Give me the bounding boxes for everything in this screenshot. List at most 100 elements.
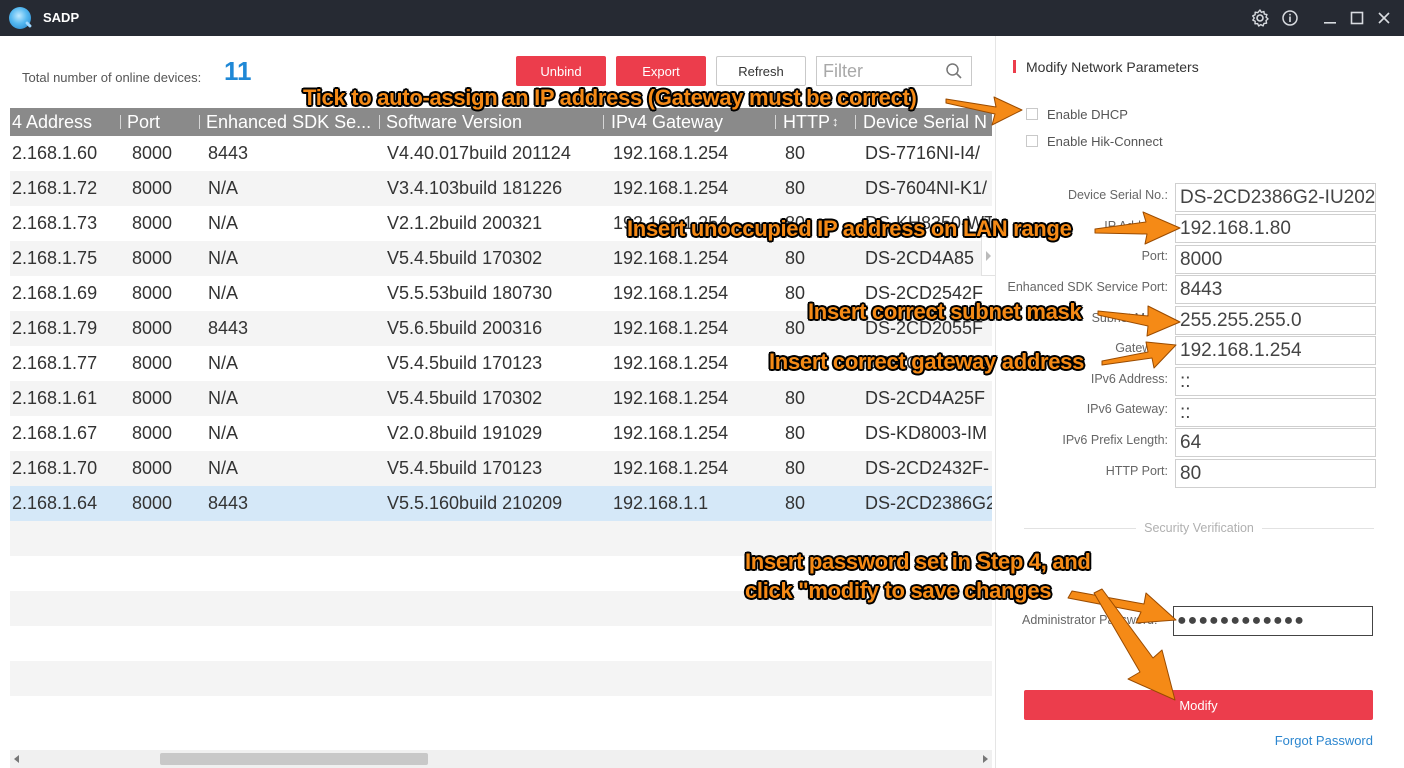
enable-hik-connect-option[interactable]: Enable Hik-Connect	[1026, 133, 1163, 149]
title-bar: SADP	[0, 0, 1404, 36]
enable-hik-connect-label: Enable Hik-Connect	[1047, 133, 1163, 149]
column-divider[interactable]	[855, 115, 856, 129]
maximize-icon[interactable]	[1347, 8, 1367, 28]
sort-icon[interactable]: ↕	[832, 108, 850, 136]
dhcp-callout: Tick to auto-assign an IP address (Gatew…	[303, 85, 917, 110]
cell-ipv4-address: 2.168.1.77	[12, 353, 98, 373]
device-serial-label: Device Serial No.:	[1067, 188, 1168, 202]
search-icon[interactable]	[945, 62, 963, 80]
cell-device-serial: DS-2CD2432F-	[865, 458, 990, 478]
close-icon[interactable]	[1374, 8, 1394, 28]
filter-input[interactable]	[817, 57, 945, 85]
column-http[interactable]: HTTP	[783, 108, 831, 136]
http-port-label: HTTP Port:	[1105, 464, 1168, 478]
gateway-field[interactable]: 192.168.1.254	[1175, 336, 1376, 365]
http-port-field[interactable]: 80	[1175, 459, 1376, 488]
table-row[interactable]: 2.168.1.60 8000 8443 V4.40.017build 201124 1…	[10, 136, 992, 171]
cell-software-version: V5.4.5build 170123	[387, 458, 543, 478]
modify-button[interactable]: Modify	[1024, 690, 1373, 720]
cell-enhanced-sdk: N/A	[208, 388, 239, 408]
cell-software-version: V2.0.8build 191029	[387, 423, 543, 443]
column-enhanced-sdk[interactable]: Enhanced SDK Se...	[206, 108, 380, 136]
table-row[interactable]	[10, 626, 992, 661]
ipv6-address-label: IPv6 Address:	[1090, 372, 1168, 386]
column-divider[interactable]	[120, 115, 121, 129]
ip-address-field[interactable]: 192.168.1.80	[1175, 214, 1376, 243]
port-label: Port:	[1141, 249, 1168, 263]
column-divider[interactable]	[603, 115, 604, 129]
table-row[interactable]: 2.168.1.72 8000 N/A V3.4.103build 181226 192…	[10, 171, 992, 206]
subnet-callout: Insert correct subnet mask	[808, 299, 1082, 324]
table-row[interactable]: 2.168.1.61 8000 N/A V5.4.5build 170302 192.1…	[10, 381, 992, 416]
password-callout-line1: Insert password set in Step 4, and	[745, 549, 1091, 574]
admin-password-field[interactable]: ●●●●●●●●●●●●	[1173, 606, 1373, 636]
device-table: 4 Address Port Enhanced SDK Se... Softwa…	[10, 108, 992, 748]
horizontal-scrollbar[interactable]	[10, 750, 992, 768]
cell-http: 80	[785, 423, 806, 443]
cell-port: 8000	[132, 143, 173, 163]
cell-http: 80	[785, 178, 806, 198]
unbind-button[interactable]: Unbind	[516, 56, 606, 86]
cell-ipv4-address: 2.168.1.70	[12, 458, 98, 478]
enable-dhcp-checkbox[interactable]	[1026, 108, 1038, 120]
device-serial-field[interactable]: DS-2CD2386G2-IU202	[1175, 183, 1376, 212]
ipv6-prefix-length-field[interactable]: 64	[1175, 428, 1376, 457]
enhanced-sdk-port-label: Enhanced SDK Service Port:	[1007, 280, 1169, 294]
enhanced-sdk-port-field[interactable]: 8443	[1175, 275, 1376, 304]
cell-ipv4-address: 2.168.1.69	[12, 283, 98, 303]
column-software-version[interactable]: Software Version	[386, 108, 600, 136]
table-row[interactable]: 2.168.1.70 8000 N/A V5.4.5build 170123 192.1…	[10, 451, 992, 486]
cell-software-version: V5.4.5build 170302	[387, 248, 543, 268]
subnet-mask-field[interactable]: 255.255.255.0	[1175, 306, 1376, 335]
cell-port: 8000	[132, 178, 173, 198]
enable-hik-connect-checkbox[interactable]	[1026, 135, 1038, 147]
ip-address-label: IP Address:	[1104, 219, 1168, 233]
cell-device-serial: DS-7604NI-K1/	[865, 178, 988, 198]
section-marker	[1013, 60, 1016, 73]
scrollbar-thumb[interactable]	[160, 753, 428, 765]
column-device-serial[interactable]: Device Serial N	[863, 108, 992, 136]
export-button[interactable]: Export	[616, 56, 706, 86]
table-row[interactable]: 2.168.1.64 8000 8443 V5.5.160build 210209 19…	[10, 486, 992, 521]
refresh-button[interactable]: Refresh	[716, 56, 806, 86]
column-divider[interactable]	[775, 115, 776, 129]
gateway-callout: Insert correct gateway address	[769, 349, 1085, 374]
cell-http: 80	[785, 248, 806, 268]
table-row[interactable]	[10, 661, 992, 696]
ipv6-address-field[interactable]: ::	[1175, 367, 1376, 396]
ipv6-prefix-length-label: IPv6 Prefix Length:	[1062, 433, 1168, 447]
cell-device-serial: DS-2CD4A25F	[865, 388, 986, 408]
cell-port: 8000	[132, 248, 173, 268]
cell-ipv4-address: 2.168.1.67	[12, 423, 98, 443]
column-divider[interactable]	[199, 115, 200, 129]
column-divider[interactable]	[379, 115, 380, 129]
cell-software-version: V5.6.5build 200316	[387, 318, 543, 338]
column-port[interactable]: Port	[127, 108, 197, 136]
table-row[interactable]: 2.168.1.67 8000 N/A V2.0.8build 191029 192.1…	[10, 416, 992, 451]
column-ipv4-gateway[interactable]: IPv4 Gateway	[611, 108, 771, 136]
gear-icon[interactable]	[1250, 8, 1270, 28]
cell-software-version: V4.40.017build 201124	[387, 143, 571, 163]
port-field[interactable]: 8000	[1175, 245, 1376, 274]
subnet-mask-label: Subnet Mask:	[1091, 311, 1168, 325]
table-row[interactable]: 2.168.1.75 8000 N/A V5.4.5build 170302 192.1…	[10, 241, 992, 276]
ipv6-gateway-field[interactable]: ::	[1175, 398, 1376, 427]
scroll-left-arrow-icon[interactable]	[14, 755, 19, 763]
cell-ipv4-address: 2.168.1.64	[12, 493, 98, 513]
cell-port: 8000	[132, 388, 173, 408]
cell-ipv4-gateway: 192.168.1.254	[613, 178, 729, 198]
cell-http: 80	[785, 458, 806, 478]
enable-dhcp-option[interactable]: Enable DHCP	[1026, 106, 1128, 122]
info-icon[interactable]	[1280, 8, 1300, 28]
sadp-logo-icon	[9, 7, 31, 29]
cell-enhanced-sdk: N/A	[208, 178, 239, 198]
scroll-right-arrow-icon[interactable]	[983, 755, 988, 763]
minimize-icon[interactable]	[1320, 8, 1340, 28]
forgot-password-link[interactable]: Forgot Password	[1275, 733, 1373, 748]
table-row[interactable]	[10, 696, 992, 731]
cell-port: 8000	[132, 493, 173, 513]
password-callout-line2: click "modify to save changes	[745, 578, 1052, 603]
column-ipv4-address[interactable]: 4 Address	[12, 108, 118, 136]
cell-ipv4-gateway: 192.168.1.254	[613, 458, 729, 478]
cell-port: 8000	[132, 283, 173, 303]
